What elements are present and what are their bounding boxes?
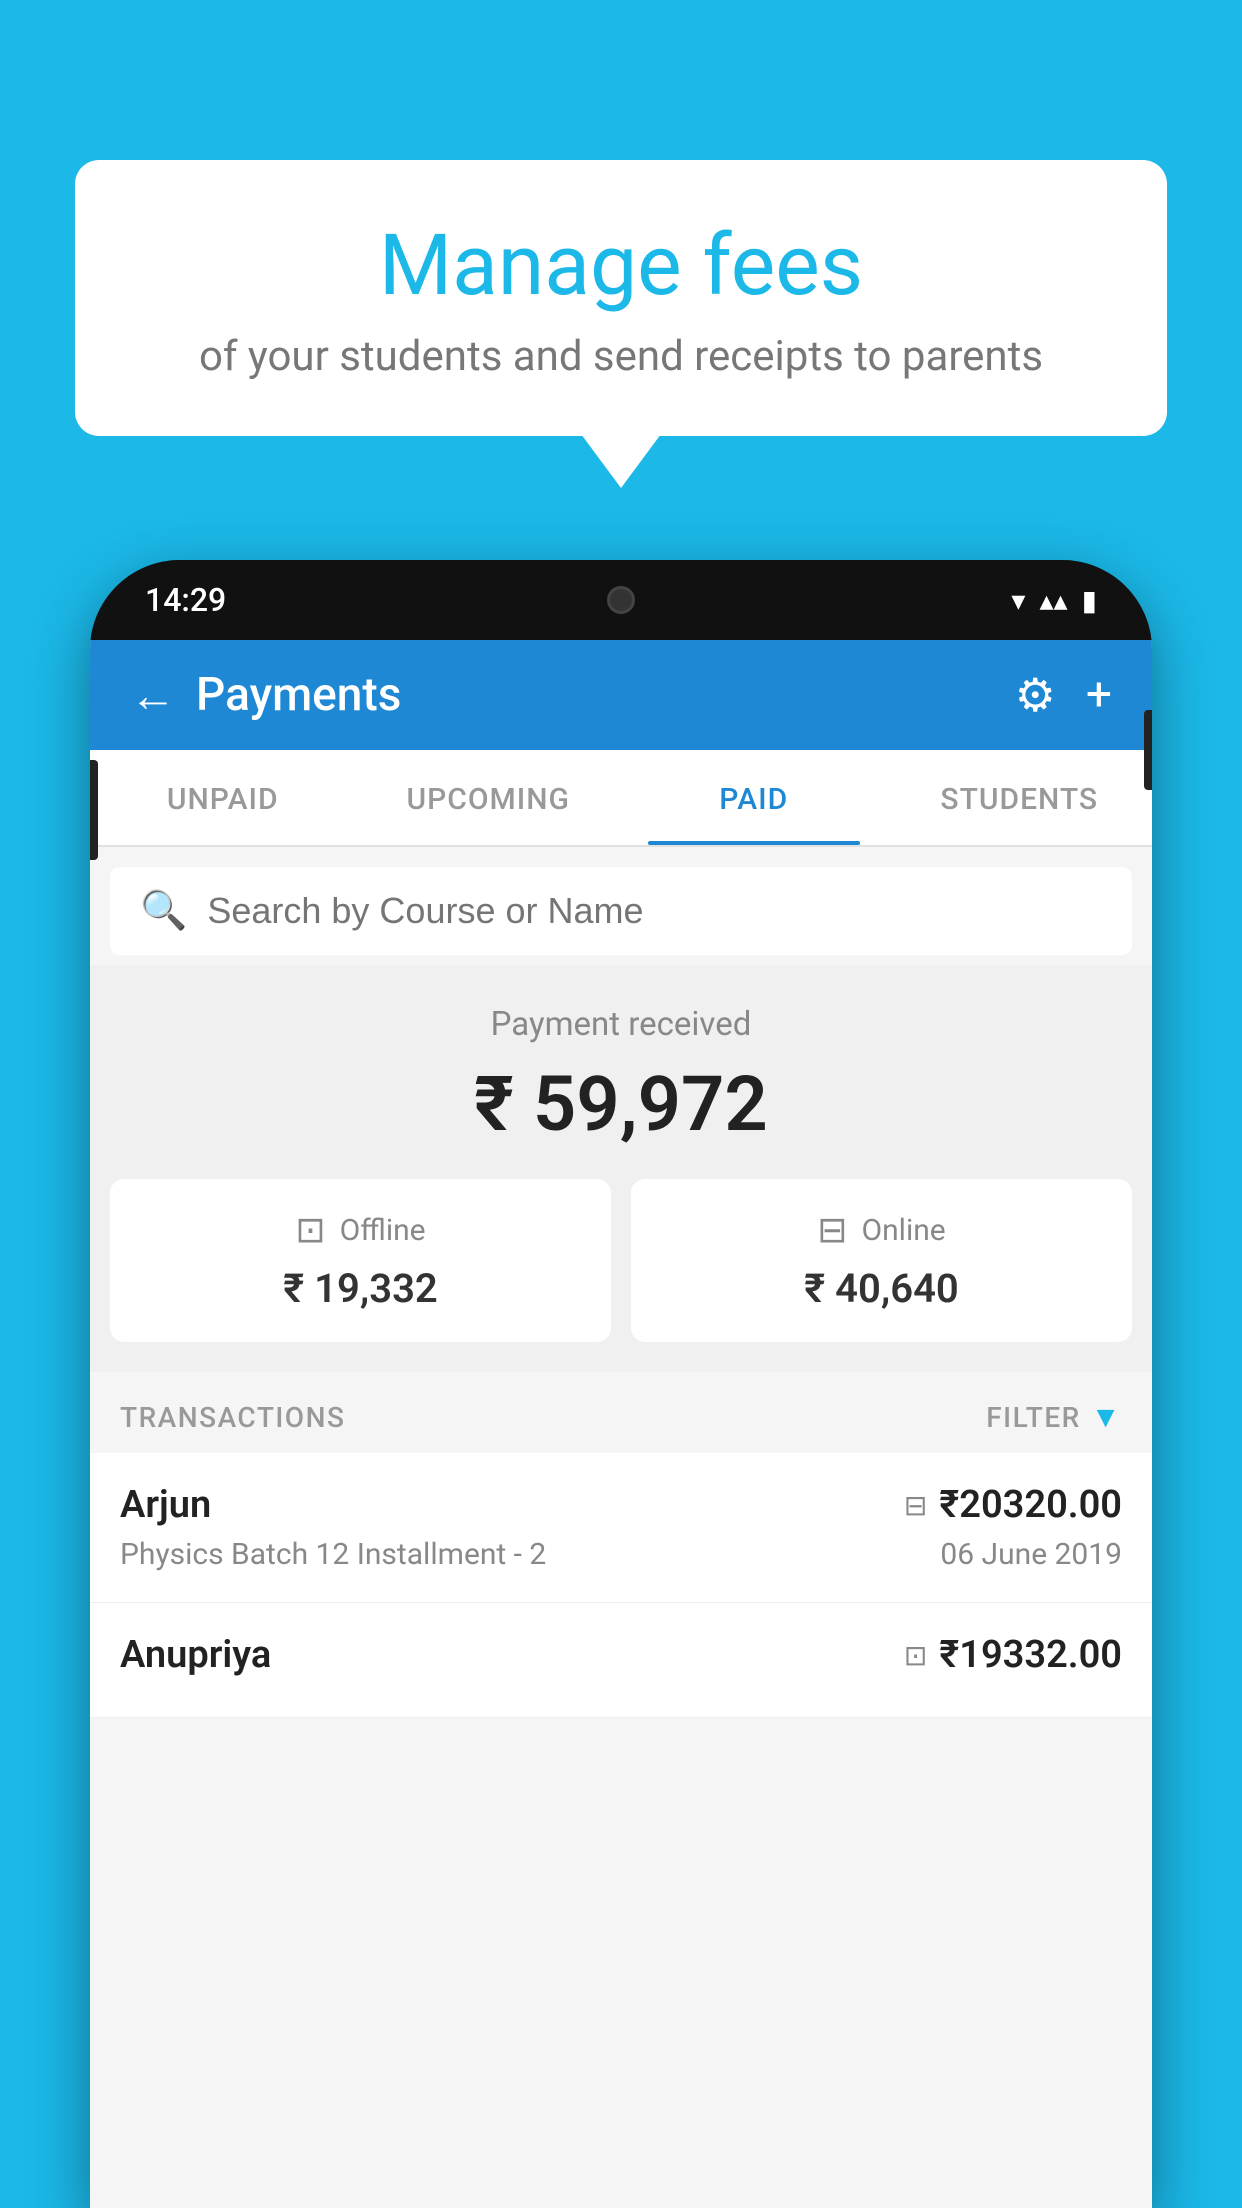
offline-payment-card: ⊡ Offline ₹ 19,332 — [110, 1179, 611, 1342]
transaction-right-info: ⊟ ₹20320.00 06 June 2019 — [904, 1483, 1122, 1572]
payment-cards: ⊡ Offline ₹ 19,332 ⊟ Online ₹ 40,640 — [110, 1179, 1132, 1342]
filter-label: FILTER — [986, 1401, 1081, 1434]
payment-total-amount: ₹ 59,972 — [110, 1059, 1132, 1149]
online-payment-icon: ⊟ — [817, 1209, 847, 1251]
transaction-right-info: ⊡ ₹19332.00 — [904, 1633, 1122, 1677]
online-label: Online — [861, 1213, 945, 1248]
phone-camera — [607, 586, 635, 614]
signal-icon: ▴▴ — [1039, 584, 1067, 617]
app-header: ← Payments ⚙ + — [90, 640, 1152, 750]
transaction-left-info: Arjun Physics Batch 12 Installment - 2 — [120, 1483, 904, 1572]
tab-paid[interactable]: PAID — [621, 750, 887, 845]
card-payment-icon: ⊟ — [904, 1489, 927, 1522]
tabs-bar: UNPAID UPCOMING PAID STUDENTS — [90, 750, 1152, 847]
transaction-amount: ₹20320.00 — [939, 1483, 1122, 1527]
tab-upcoming[interactable]: UPCOMING — [356, 750, 622, 845]
search-bar: 🔍 — [110, 867, 1132, 955]
transaction-student-name: Anupriya — [120, 1633, 904, 1677]
offline-amount: ₹ 19,332 — [150, 1265, 571, 1312]
speech-bubble-title: Manage fees — [125, 220, 1117, 312]
settings-icon[interactable]: ⚙ — [1015, 668, 1056, 723]
transaction-amount-row: ⊡ ₹19332.00 — [904, 1633, 1122, 1677]
offline-payment-icon: ⊡ — [904, 1639, 927, 1672]
tab-students[interactable]: STUDENTS — [887, 750, 1153, 845]
online-amount: ₹ 40,640 — [671, 1265, 1092, 1312]
filter-button[interactable]: FILTER ▼ — [986, 1400, 1122, 1435]
transaction-amount: ₹19332.00 — [939, 1633, 1122, 1677]
transaction-date: 06 June 2019 — [940, 1537, 1122, 1572]
offline-label: Offline — [340, 1213, 426, 1248]
payment-received-label: Payment received — [110, 1005, 1132, 1044]
phone-status-icons: ▾ ▴▴ ▮ — [1011, 584, 1097, 617]
app-screen: ← Payments ⚙ + UNPAID UPCOMING PAID STUD… — [90, 640, 1152, 2208]
add-button[interactable]: + — [1086, 668, 1112, 722]
transaction-amount-row: ⊟ ₹20320.00 — [904, 1483, 1122, 1527]
online-payment-card: ⊟ Online ₹ 40,640 — [631, 1179, 1132, 1342]
page-title: Payments — [196, 668, 995, 722]
phone-frame: 14:29 ▾ ▴▴ ▮ ← Payments ⚙ + UNPAID UPCOM… — [90, 560, 1152, 2208]
speech-bubble-subtitle: of your students and send receipts to pa… — [125, 332, 1117, 381]
transactions-label: TRANSACTIONS — [120, 1401, 345, 1434]
search-input[interactable] — [207, 890, 1102, 932]
phone-status-bar: 14:29 ▾ ▴▴ ▮ — [90, 560, 1152, 640]
table-row[interactable]: Arjun Physics Batch 12 Installment - 2 ⊟… — [90, 1453, 1152, 1603]
phone-time: 14:29 — [145, 581, 226, 619]
payment-summary: Payment received ₹ 59,972 ⊡ Offline ₹ 19… — [90, 965, 1152, 1372]
offline-payment-icon: ⊡ — [295, 1209, 325, 1251]
search-icon: 🔍 — [140, 889, 187, 933]
battery-icon: ▮ — [1082, 584, 1097, 617]
tab-unpaid[interactable]: UNPAID — [90, 750, 356, 845]
transactions-section-header: TRANSACTIONS FILTER ▼ — [90, 1372, 1152, 1453]
table-row[interactable]: Anupriya ⊡ ₹19332.00 — [90, 1603, 1152, 1718]
wifi-icon: ▾ — [1011, 584, 1025, 617]
back-button[interactable]: ← — [130, 668, 176, 723]
header-action-icons: ⚙ + — [1015, 668, 1112, 723]
transaction-left-info: Anupriya — [120, 1633, 904, 1687]
transaction-course-info: Physics Batch 12 Installment - 2 — [120, 1537, 904, 1572]
transaction-student-name: Arjun — [120, 1483, 904, 1527]
speech-bubble-card: Manage fees of your students and send re… — [75, 160, 1167, 436]
filter-icon: ▼ — [1091, 1400, 1122, 1435]
